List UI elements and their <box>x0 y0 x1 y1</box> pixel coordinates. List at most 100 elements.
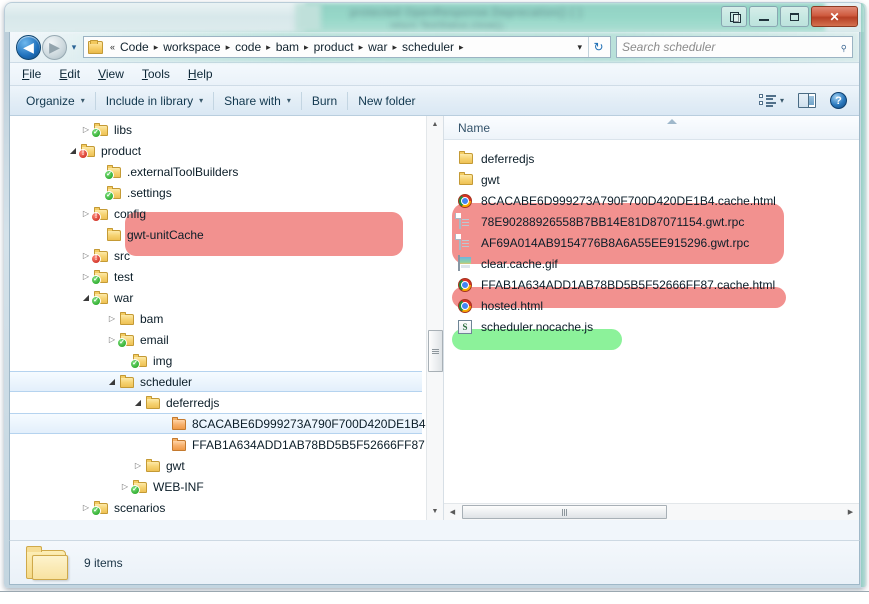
tree-item-8cacabe6d999273a790f700d420de1b4[interactable]: 8CACABE6D999273A790F700D420DE1B4 <box>10 413 426 434</box>
recent-pages-dropdown[interactable]: ▾ <box>67 42 81 53</box>
document-icon <box>458 213 475 229</box>
window-title-bar[interactable]: protected OpenResponse.Deprecation() { }… <box>5 3 864 32</box>
file-name-label: AF69A014AB9154776B8A6A55EE915296.gwt.rpc <box>481 235 750 250</box>
tree-item-settings[interactable]: ✓ .settings <box>10 182 443 203</box>
breadcrumb-item-product[interactable]: product <box>313 39 355 55</box>
tree-item-img[interactable]: ✓ img <box>10 350 443 371</box>
scroll-up-arrow[interactable]: ▲ <box>427 116 443 133</box>
tree-item-bam[interactable]: ▷ bam <box>10 308 443 329</box>
file-list-item[interactable]: 78E90288926558B7BB14E81D87071154.gwt.rpc <box>444 211 859 232</box>
preview-pane-icon[interactable] <box>798 93 816 108</box>
tree-item-war[interactable]: ◢ ✓ war <box>10 287 443 308</box>
file-list-item[interactable]: Sscheduler.nocache.js <box>444 316 859 337</box>
tree-item-label: WEB-INF <box>153 479 204 494</box>
tree-item-config[interactable]: ▷! config <box>10 203 443 224</box>
search-input[interactable]: Search scheduler ⌕ <box>616 36 853 58</box>
file-list-item[interactable]: AF69A014AB9154776B8A6A55EE915296.gwt.rpc <box>444 232 859 253</box>
file-list-item[interactable]: hosted.html <box>444 295 859 316</box>
file-list-item[interactable]: deferredjs <box>444 148 859 169</box>
expander-collapsed-icon[interactable]: ▷ <box>105 314 119 323</box>
menu-item-view[interactable]: View <box>98 67 124 81</box>
view-layout-icon[interactable] <box>758 94 776 107</box>
tree-item-product[interactable]: ◢! product <box>10 140 443 161</box>
restore-down-button[interactable] <box>721 6 747 27</box>
javascript-icon: S <box>458 319 475 334</box>
chevron-down-icon[interactable]: ▾ <box>780 96 784 105</box>
expander-expanded-icon[interactable]: ◢ <box>105 377 119 386</box>
tree-item-email[interactable]: ▷ ✓ email <box>10 329 443 350</box>
expander-expanded-icon[interactable]: ◢ <box>131 398 145 407</box>
tree-scroll-thumb[interactable] <box>428 330 443 372</box>
expander-collapsed-icon[interactable]: ▷ <box>131 461 145 470</box>
explorer-client-area: ◀ ▶ ▾ « Code ▸ workspace ▸ code ▸ bam ▸ … <box>9 32 860 555</box>
chevron-right-icon[interactable]: ▸ <box>355 42 368 53</box>
file-scroll-thumb[interactable] <box>462 505 667 519</box>
organize-button[interactable]: Organize ▾ <box>16 90 95 112</box>
new-folder-button[interactable]: New folder <box>348 90 425 112</box>
refresh-button[interactable]: ↻ <box>588 37 608 57</box>
tree-item-gwt[interactable]: ▷ gwt <box>10 455 443 476</box>
chevron-right-icon[interactable]: ▸ <box>262 42 275 53</box>
chevron-right-icon[interactable]: ▸ <box>388 42 401 53</box>
back-button[interactable]: ◀ <box>16 34 41 60</box>
tree-item-scenarios[interactable]: ▷ ✓ scenarios <box>10 497 443 518</box>
menu-item-tools[interactable]: Tools <box>142 67 170 81</box>
image-icon <box>458 255 475 271</box>
include-in-library-button[interactable]: Include in library ▾ <box>96 90 213 112</box>
burn-button[interactable]: Burn <box>302 90 347 112</box>
file-list-pane[interactable]: Name deferredjs gwt 8CACABE6D999273A790F70… <box>444 116 859 520</box>
column-header-name[interactable]: Name <box>458 121 490 135</box>
menu-item-edit[interactable]: Edit <box>59 67 80 81</box>
breadcrumb-overflow[interactable]: « <box>106 42 119 52</box>
breadcrumb-dropdown[interactable]: ▾ <box>573 42 588 53</box>
breadcrumb[interactable]: « Code ▸ workspace ▸ code ▸ bam ▸ produc… <box>83 36 611 58</box>
chevron-right-icon[interactable]: ▸ <box>150 42 163 53</box>
breadcrumb-item-bam[interactable]: bam <box>275 39 300 55</box>
menu-item-file[interactable]: File <box>22 67 41 81</box>
file-name-label: 8CACABE6D999273A790F700D420DE1B4.cache.h… <box>481 193 776 208</box>
breadcrumb-item-scheduler[interactable]: scheduler <box>401 39 455 55</box>
tree-vertical-scrollbar[interactable]: ▲ ▼ <box>426 116 443 520</box>
tree-item-label: test <box>114 269 134 284</box>
breadcrumb-item-code2[interactable]: code <box>234 39 262 55</box>
tree-item-src[interactable]: ▷! src <box>10 245 443 266</box>
breadcrumb-item-war[interactable]: war <box>367 39 388 55</box>
share-with-button[interactable]: Share with ▾ <box>214 90 301 112</box>
file-list-item[interactable]: gwt <box>444 169 859 190</box>
maximize-button[interactable] <box>780 6 809 27</box>
navigation-tree-pane[interactable]: ▷ ✓ libs ◢! product ✓ .externalToolBuilders ✓ .s… <box>10 116 444 520</box>
minimize-button[interactable] <box>749 6 778 27</box>
breadcrumb-item-code[interactable]: Code <box>119 39 150 55</box>
tree-item-label: img <box>153 353 173 368</box>
chevron-right-icon[interactable]: ▸ <box>455 42 468 53</box>
scroll-left-arrow[interactable]: ◀ <box>444 508 461 516</box>
tree-item-gwt-unitcache[interactable]: gwt-unitCache <box>10 224 443 245</box>
close-button[interactable]: ✕ <box>811 6 858 27</box>
chevron-down-icon: ▾ <box>286 96 291 105</box>
chevron-right-icon[interactable]: ▸ <box>222 42 235 53</box>
file-list-item[interactable]: FFAB1A634ADD1AB78BD5B5F52666FF87.cache.h… <box>444 274 859 295</box>
scroll-right-arrow[interactable]: ▶ <box>842 508 859 516</box>
tree-item-label: libs <box>114 122 133 137</box>
tree-item-label: war <box>114 290 134 305</box>
file-list-item[interactable]: clear.cache.gif <box>444 253 859 274</box>
tree-item-ffab1a634add1ab78bd5b5f52666ff87[interactable]: FFAB1A634ADD1AB78BD5B5F52666FF87 <box>10 434 443 455</box>
tree-item-libs[interactable]: ▷ ✓ libs <box>10 119 443 140</box>
forward-button[interactable]: ▶ <box>42 34 67 60</box>
tree-item-test[interactable]: ▷ ✓ test <box>10 266 443 287</box>
tree-item-label: FFAB1A634ADD1AB78BD5B5F52666FF87 <box>192 437 425 452</box>
folder-synced-icon: ✓ <box>91 122 109 138</box>
folder-icon <box>106 227 122 242</box>
chevron-down-icon: ▾ <box>199 96 204 105</box>
tree-item-web-inf[interactable]: ▷ ✓ WEB-INF <box>10 476 443 497</box>
breadcrumb-item-workspace[interactable]: workspace <box>162 39 221 55</box>
menu-item-help[interactable]: Help <box>188 67 213 81</box>
chevron-right-icon[interactable]: ▸ <box>300 42 313 53</box>
file-horizontal-scrollbar[interactable]: ◀ ▶ <box>444 503 859 520</box>
scroll-down-arrow[interactable]: ▼ <box>427 503 443 520</box>
tree-item-externaltoolbuilders[interactable]: ✓ .externalToolBuilders <box>10 161 443 182</box>
tree-item-scheduler[interactable]: ◢ scheduler <box>10 371 422 392</box>
file-list-item[interactable]: 8CACABE6D999273A790F700D420DE1B4.cache.h… <box>444 190 859 211</box>
help-icon[interactable]: ? <box>830 92 847 109</box>
tree-item-deferredjs[interactable]: ◢ deferredjs <box>10 392 443 413</box>
